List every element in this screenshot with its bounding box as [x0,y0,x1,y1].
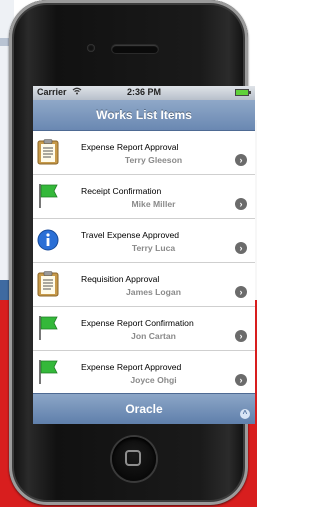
item-subtitle: Terry Luca [131,243,176,253]
home-button[interactable] [112,437,156,481]
list-item[interactable]: Expense Report Approval Terry Gleeson › [33,131,255,175]
item-subtitle: Joyce Ohgi [130,375,177,385]
list-item[interactable]: Requisition Approval James Logan › [33,263,255,307]
phone-screen: Carrier 2:36 PM Works List Items Expense… [33,86,255,424]
green-flag-icon [37,183,59,209]
bottom-toolbar[interactable]: Oracle ^ [33,393,255,424]
item-subtitle: James Logan [126,287,181,297]
phone-frame: Carrier 2:36 PM Works List Items Expense… [9,0,255,505]
chevron-right-icon[interactable]: › [235,198,247,210]
status-bar: Carrier 2:36 PM [33,86,255,100]
item-subtitle: Terry Gleeson [124,155,183,165]
earpiece-speaker [112,45,158,53]
item-title: Travel Expense Approved [81,230,180,240]
chevron-right-icon[interactable]: › [235,154,247,166]
list-item[interactable]: Travel Expense Approved Terry Luca › [33,219,255,263]
toolbar-label: Oracle [125,402,163,416]
clipboard-icon [37,139,59,165]
clipboard-icon [37,271,59,297]
chevron-right-icon[interactable]: › [235,330,247,342]
green-flag-icon [37,315,59,341]
list-item[interactable]: Expense Report Confirmation Jon Cartan › [33,307,255,351]
work-list: Expense Report Approval Terry Gleeson › … [33,131,255,395]
item-title: Requisition Approval [81,274,160,284]
home-square-icon [125,450,141,466]
status-time: 2:36 PM [126,87,161,97]
item-title: Expense Report Approved [81,362,182,372]
info-icon [37,227,59,253]
chevron-up-icon[interactable]: ^ [240,409,250,419]
battery-icon [235,89,251,96]
item-title: Receipt Confirmation [81,186,162,196]
item-subtitle: Jon Cartan [131,331,176,341]
nav-bar-title: Works List Items [33,100,255,131]
front-camera [87,44,95,52]
item-title: Expense Report Approval [81,142,179,152]
list-item[interactable]: Receipt Confirmation Mike Miller › [33,175,255,219]
item-subtitle: Mike Miller [131,199,176,209]
green-flag-icon [37,359,59,385]
list-item[interactable]: Expense Report Approved Joyce Ohgi › [33,351,255,395]
chevron-right-icon[interactable]: › [235,374,247,386]
chevron-right-icon[interactable]: › [235,286,247,298]
chevron-right-icon[interactable]: › [235,242,247,254]
item-title: Expense Report Confirmation [81,318,194,328]
